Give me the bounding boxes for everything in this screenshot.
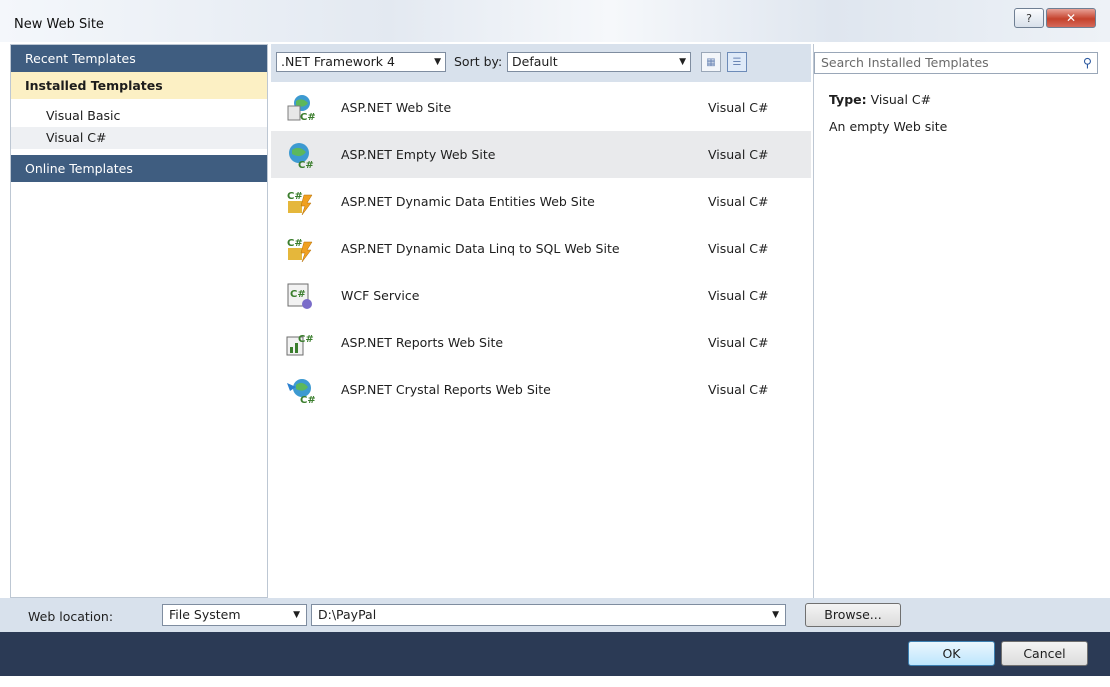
template-row[interactable]: C# WCF Service Visual C# [271, 272, 811, 319]
empty-web-site-icon: C# [289, 143, 314, 170]
search-placeholder: Search Installed Templates [821, 55, 989, 70]
template-row-selected[interactable]: C# ASP.NET Empty Web Site Visual C# [271, 131, 811, 178]
sort-by-label: Sort by: [454, 54, 503, 69]
reports-icon: C# [286, 334, 314, 356]
dialog-footer: OK Cancel [0, 632, 1110, 676]
search-templates-input[interactable]: Search Installed Templates ⚲ [814, 52, 1098, 74]
template-language: Visual C# [708, 335, 769, 350]
svg-text:C#: C# [287, 191, 303, 202]
type-value: Visual C# [870, 92, 932, 107]
web-site-icon: C# [287, 95, 315, 123]
web-location-label: Web location: [28, 609, 114, 624]
template-row[interactable]: C# ASP.NET Reports Web Site Visual C# [271, 319, 811, 366]
template-name: ASP.NET Empty Web Site [341, 147, 496, 162]
svg-text:C#: C# [298, 334, 314, 345]
dynamic-data-icon: C# [287, 191, 313, 216]
template-row[interactable]: C# ASP.NET Dynamic Data Entities Web Sit… [271, 178, 811, 225]
wcf-service-icon: C# [287, 283, 312, 309]
chevron-down-icon: ▼ [434, 57, 441, 67]
dialog-title: New Web Site [14, 17, 104, 32]
templates-toolbar: .NET Framework 4 ▼ Sort by: Default ▼ ▦ … [271, 44, 811, 82]
template-name: ASP.NET Reports Web Site [341, 335, 504, 350]
template-list: C# ASP.NET Web Site Visual C# C# ASP.NET… [271, 84, 811, 413]
sidebar-item-visual-csharp[interactable]: Visual C# [11, 127, 267, 149]
small-icons-view-button[interactable]: ▦ [701, 52, 721, 72]
sidebar-item-visual-basic[interactable]: Visual Basic [11, 105, 267, 127]
search-icon[interactable]: ⚲ [1083, 53, 1092, 73]
svg-text:C#: C# [290, 289, 306, 300]
web-location-value: File System [169, 607, 241, 622]
svg-text:C#: C# [287, 238, 303, 249]
browse-button[interactable]: Browse... [805, 603, 901, 627]
template-language: Visual C# [708, 194, 769, 209]
svg-text:C#: C# [300, 395, 315, 405]
online-templates-item[interactable]: Online Templates [11, 155, 267, 182]
templates-panel: .NET Framework 4 ▼ Sort by: Default ▼ ▦ … [271, 44, 811, 598]
title-bar: New Web Site ? ✕ [0, 0, 1110, 42]
template-description: An empty Web site [829, 119, 948, 134]
cancel-button[interactable]: Cancel [1001, 641, 1088, 666]
web-location-dropdown[interactable]: File System ▼ [162, 604, 307, 626]
list-view-button[interactable]: ☰ [727, 52, 747, 72]
template-language: Visual C# [708, 147, 769, 162]
template-language: Visual C# [708, 382, 769, 397]
template-name: ASP.NET Dynamic Data Entities Web Site [341, 194, 595, 209]
svg-text:C#: C# [300, 112, 315, 123]
help-button[interactable]: ? [1014, 8, 1044, 28]
chevron-down-icon: ▼ [679, 57, 686, 67]
grid-view-icon: ▦ [706, 56, 716, 68]
location-bar: Web location: File System ▼ D:\PayPal ▼ … [0, 598, 1110, 632]
template-language: Visual C# [708, 288, 769, 303]
sort-value: Default [512, 54, 558, 69]
framework-value: .NET Framework 4 [281, 54, 395, 69]
location-path-value: D:\PayPal [318, 607, 377, 622]
type-label: Type: [829, 92, 867, 107]
recent-templates-item[interactable]: Recent Templates [11, 45, 267, 72]
template-details-panel: Search Installed Templates ⚲ Type: Visua… [813, 44, 1101, 598]
chevron-down-icon: ▼ [293, 610, 300, 620]
template-name: ASP.NET Crystal Reports Web Site [341, 382, 551, 397]
list-view-icon: ☰ [732, 56, 742, 68]
template-categories-panel: Recent Templates Installed Templates Vis… [10, 44, 268, 598]
installed-templates-item[interactable]: Installed Templates [11, 72, 267, 99]
dynamic-data-icon: C# [287, 238, 313, 263]
template-name: ASP.NET Web Site [341, 100, 452, 115]
template-row[interactable]: C# ASP.NET Dynamic Data Linq to SQL Web … [271, 225, 811, 272]
close-button[interactable]: ✕ [1046, 8, 1096, 28]
template-language: Visual C# [708, 241, 769, 256]
template-language: Visual C# [708, 100, 769, 115]
crystal-reports-icon: C# [287, 379, 315, 405]
template-type: Type: Visual C# [829, 92, 931, 107]
framework-dropdown[interactable]: .NET Framework 4 ▼ [276, 52, 446, 72]
template-row[interactable]: C# ASP.NET Web Site Visual C# [271, 84, 811, 131]
template-name: ASP.NET Dynamic Data Linq to SQL Web Sit… [341, 241, 620, 256]
new-web-site-dialog: New Web Site ? ✕ Recent Templates Instal… [0, 0, 1110, 687]
template-name: WCF Service [341, 288, 420, 303]
ok-button[interactable]: OK [908, 641, 995, 666]
template-row[interactable]: C# ASP.NET Crystal Reports Web Site Visu… [271, 366, 811, 413]
chevron-down-icon[interactable]: ▼ [772, 605, 779, 625]
sort-dropdown[interactable]: Default ▼ [507, 52, 691, 72]
svg-text:C#: C# [298, 160, 314, 170]
location-path-input[interactable]: D:\PayPal ▼ [311, 604, 786, 626]
